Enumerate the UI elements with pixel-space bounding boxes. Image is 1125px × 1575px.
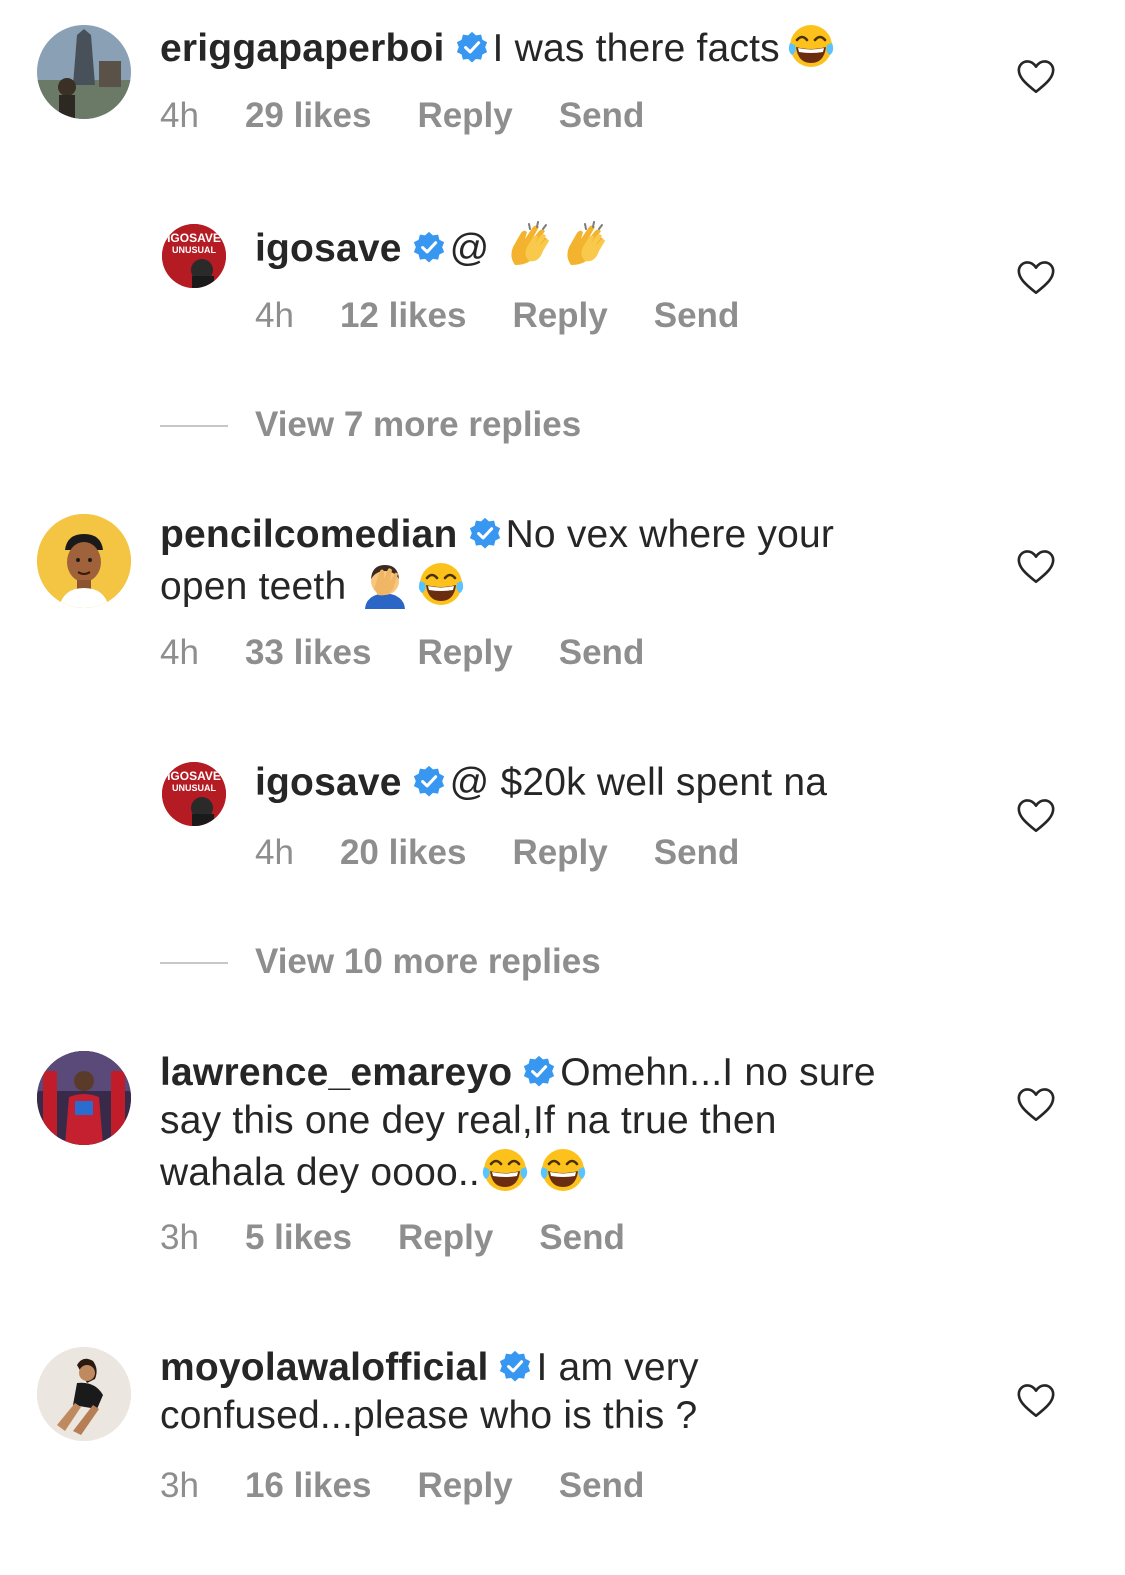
reply-button[interactable]: Reply: [417, 96, 512, 136]
like-heart-icon[interactable]: [1016, 59, 1056, 95]
like-heart-icon[interactable]: [1016, 549, 1056, 585]
comment-message: @: [449, 227, 490, 270]
likes-count[interactable]: 33 likes: [245, 633, 372, 673]
comment-meta: 4h 20 likes Reply Send: [255, 833, 785, 873]
like-heart-icon[interactable]: [1016, 1383, 1056, 1419]
comment-message: Omehn...I no sure: [560, 1051, 876, 1094]
avatar[interactable]: [37, 25, 131, 119]
like-heart-icon[interactable]: [1016, 1087, 1056, 1123]
timestamp: 4h: [160, 96, 199, 135]
timestamp: 4h: [160, 633, 199, 672]
likes-count[interactable]: 12 likes: [340, 296, 467, 336]
facepalm-emoji-icon: [360, 559, 410, 609]
username[interactable]: eriggapaperboi: [160, 27, 445, 70]
comment-message: No vex where your: [505, 513, 835, 556]
avatar[interactable]: [37, 1347, 131, 1441]
laugh-emoji-icon: [538, 1145, 588, 1195]
verified-badge-icon: [468, 517, 502, 551]
comment-meta: 4h 29 likes Reply Send: [160, 96, 690, 136]
comment-text: igosave @: [255, 221, 955, 273]
verified-badge-icon: [522, 1055, 556, 1089]
verified-badge-icon: [455, 31, 489, 65]
comment-text: eriggapaperboi I was there facts: [160, 21, 960, 73]
like-heart-icon[interactable]: [1016, 798, 1056, 834]
avatar[interactable]: IGOSAVE UNUSUAL: [162, 224, 226, 288]
send-button[interactable]: Send: [654, 296, 740, 336]
timestamp: 4h: [255, 296, 294, 335]
verified-badge-icon: [412, 765, 446, 799]
likes-count[interactable]: 5 likes: [245, 1218, 352, 1258]
send-button[interactable]: Send: [539, 1218, 625, 1258]
timestamp: 3h: [160, 1466, 199, 1505]
comment-meta: 3h 5 likes Reply Send: [160, 1218, 671, 1258]
comment-message: confused...please who is this ?: [160, 1394, 698, 1437]
comment-message: say this one dey real,If na true then: [160, 1099, 777, 1142]
laugh-emoji-icon: [480, 1145, 530, 1195]
avatar-text: IGOSAVE: [167, 769, 221, 783]
comment-text: pencilcomedian No vex where your open teet…: [160, 511, 960, 611]
avatar-text: IGOSAVE: [167, 231, 221, 245]
comment-meta: 4h 33 likes Reply Send: [160, 633, 690, 673]
reply-button[interactable]: Reply: [417, 1466, 512, 1506]
comment-text: igosave @ $20k well spent na: [255, 759, 955, 807]
comment-message: @ $20k well spent na: [449, 761, 828, 804]
comment-message: I am very: [536, 1346, 699, 1389]
username[interactable]: pencilcomedian: [160, 513, 458, 556]
send-button[interactable]: Send: [654, 833, 740, 873]
like-heart-icon[interactable]: [1016, 260, 1056, 296]
send-button[interactable]: Send: [559, 1466, 645, 1506]
reply-button[interactable]: Reply: [512, 296, 607, 336]
username[interactable]: igosave: [255, 227, 402, 270]
avatar[interactable]: [37, 1051, 131, 1145]
send-button[interactable]: Send: [559, 633, 645, 673]
timestamp: 3h: [160, 1218, 199, 1257]
reply-button[interactable]: Reply: [417, 633, 512, 673]
username[interactable]: lawrence_emareyo: [160, 1051, 512, 1094]
comment-meta: 4h 12 likes Reply Send: [255, 296, 785, 336]
send-button[interactable]: Send: [559, 96, 645, 136]
likes-count[interactable]: 16 likes: [245, 1466, 372, 1506]
likes-count[interactable]: 20 likes: [340, 833, 467, 873]
avatar-text: UNUSUAL: [172, 783, 217, 793]
avatar-text: UNUSUAL: [172, 245, 217, 255]
divider-line: [160, 425, 228, 427]
reply-button[interactable]: Reply: [398, 1218, 493, 1258]
username[interactable]: igosave: [255, 761, 402, 804]
clap-emoji-icon: [561, 221, 611, 271]
verified-badge-icon: [412, 231, 446, 265]
laugh-emoji-icon: [786, 21, 836, 71]
comment-meta: 3h 16 likes Reply Send: [160, 1466, 690, 1506]
verified-badge-icon: [498, 1350, 532, 1384]
avatar[interactable]: [37, 514, 131, 608]
likes-count[interactable]: 29 likes: [245, 96, 372, 136]
comment-text: lawrence_emareyo Omehn...I no sure say thi…: [160, 1049, 980, 1197]
username[interactable]: moyolawalofficial: [160, 1346, 488, 1389]
view-more-label[interactable]: View 7 more replies: [255, 405, 581, 445]
divider-line: [160, 962, 228, 964]
comment-message: open teeth: [160, 565, 347, 608]
clap-emoji-icon: [505, 221, 555, 271]
comment-text: moyolawalofficial I am very confused...ple…: [160, 1344, 980, 1440]
laugh-emoji-icon: [416, 559, 466, 609]
reply-button[interactable]: Reply: [512, 833, 607, 873]
comment-message: wahala dey oooo..: [160, 1151, 480, 1194]
view-more-label[interactable]: View 10 more replies: [255, 942, 601, 982]
comment-message: I was there facts: [492, 27, 780, 70]
timestamp: 4h: [255, 833, 294, 872]
avatar[interactable]: IGOSAVE UNUSUAL: [162, 762, 226, 826]
